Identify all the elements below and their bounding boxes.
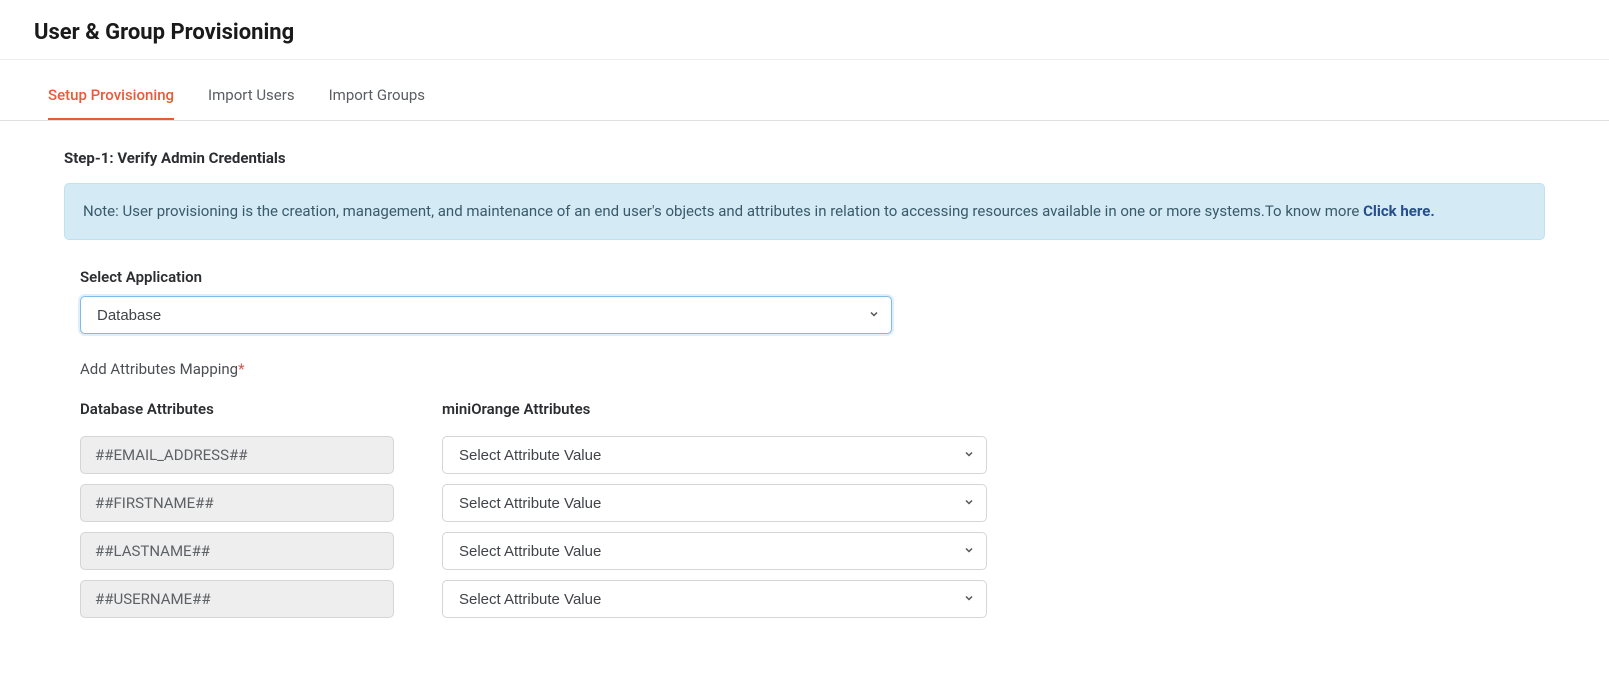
tab-setup-provisioning[interactable]: Setup Provisioning	[48, 70, 174, 120]
note-text: Note: User provisioning is the creation,…	[83, 202, 1363, 220]
db-attr-row: ##FIRSTNAME##	[80, 484, 394, 522]
mapping-heading: Add Attributes Mapping*	[80, 360, 1545, 378]
step-heading: Step-1: Verify Admin Credentials	[64, 149, 1545, 167]
db-attr-row: ##USERNAME##	[80, 580, 394, 618]
tab-import-groups[interactable]: Import Groups	[329, 70, 425, 120]
mapping-columns: Database Attributes ##EMAIL_ADDRESS## ##…	[80, 400, 1545, 628]
select-application-label: Select Application	[80, 268, 1545, 286]
db-attr-row: ##LASTNAME##	[80, 532, 394, 570]
select-application-group: Select Application Database	[80, 268, 1545, 334]
note-link[interactable]: Click here.	[1363, 202, 1435, 220]
content-area: Step-1: Verify Admin Credentials Note: U…	[0, 121, 1609, 668]
tab-import-users[interactable]: Import Users	[208, 70, 295, 120]
note-box: Note: User provisioning is the creation,…	[64, 183, 1545, 240]
database-attributes-header: Database Attributes	[80, 400, 394, 418]
mo-attr-select[interactable]: Select Attribute Value	[442, 436, 987, 474]
page-title: User & Group Provisioning	[0, 0, 1609, 60]
db-attr-row: ##EMAIL_ADDRESS##	[80, 436, 394, 474]
mo-attr-select[interactable]: Select Attribute Value	[442, 532, 987, 570]
miniorange-attributes-header: miniOrange Attributes	[442, 400, 987, 418]
select-application-dropdown[interactable]: Database	[80, 296, 892, 334]
database-attributes-column: Database Attributes ##EMAIL_ADDRESS## ##…	[80, 400, 394, 628]
mo-attr-select[interactable]: Select Attribute Value	[442, 484, 987, 522]
required-mark: *	[238, 360, 244, 378]
miniorange-attributes-column: miniOrange Attributes Select Attribute V…	[442, 400, 987, 628]
tabs: Setup Provisioning Import Users Import G…	[0, 70, 1609, 121]
mo-attr-select[interactable]: Select Attribute Value	[442, 580, 987, 618]
